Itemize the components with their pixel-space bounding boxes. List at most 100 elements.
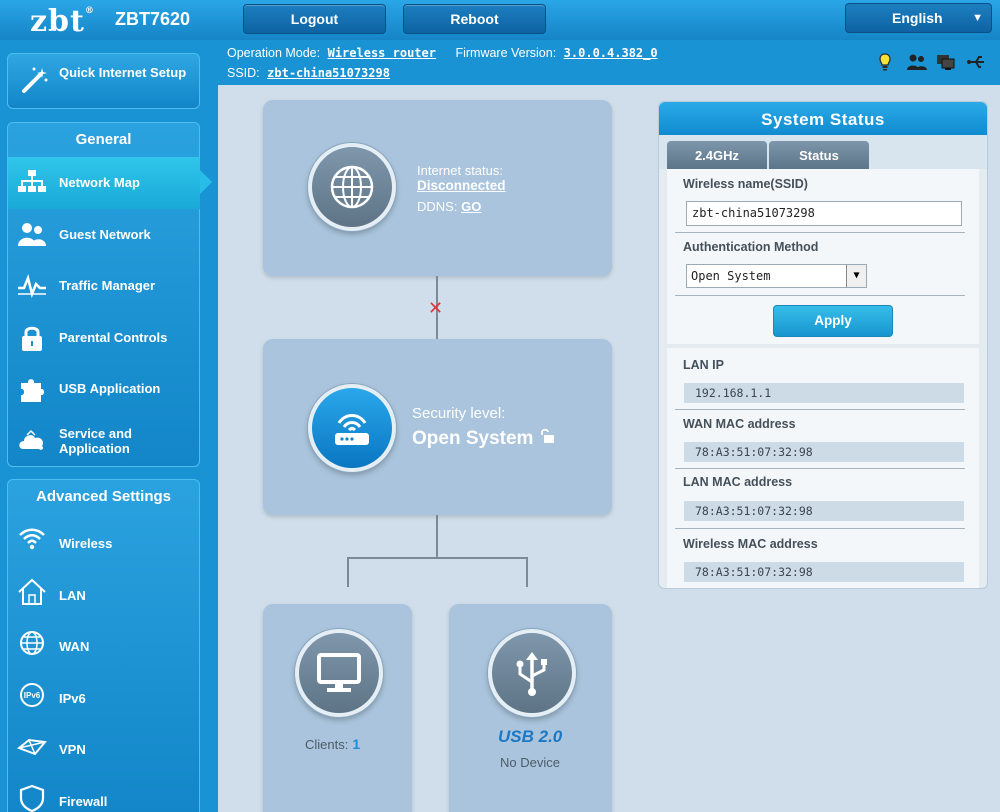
guest-network-icon — [17, 221, 47, 249]
operation-mode-label: Operation Mode: — [227, 46, 321, 60]
monitor-icon — [317, 653, 361, 692]
sidebar-item-lan[interactable]: LAN — [8, 566, 199, 618]
connector-line — [526, 557, 528, 587]
ipv6-icon: IPv6 — [17, 681, 47, 709]
language-select[interactable]: English ▼ — [845, 3, 992, 33]
usb-button[interactable] — [488, 629, 576, 717]
sidebar-item-wireless[interactable]: Wireless — [8, 514, 199, 566]
tab-2-4ghz[interactable]: 2.4GHz — [667, 141, 767, 169]
logout-button[interactable]: Logout — [243, 4, 386, 34]
logo: zbt® — [30, 4, 95, 39]
sidebar-item-label: Service and Application — [59, 425, 132, 456]
divider — [675, 232, 965, 233]
reboot-button[interactable]: Reboot — [403, 4, 546, 34]
divider — [675, 409, 965, 410]
wan-mac-label: WAN MAC address — [683, 417, 796, 431]
clients-icon[interactable] — [906, 53, 928, 76]
usb-version: USB 2.0 — [498, 727, 563, 746]
globe-icon — [17, 629, 47, 657]
ddns-label: DDNS: — [417, 199, 458, 214]
usb-icon — [516, 652, 547, 696]
usb-status: No Device — [500, 755, 560, 770]
general-title: General — [75, 131, 132, 148]
shield-icon — [17, 784, 47, 812]
security-level-value: Open System — [412, 428, 534, 450]
sidebar-item-parental-controls[interactable]: Parental Controls — [8, 312, 199, 364]
clients-count: Clients: 1 — [305, 736, 360, 752]
router-button[interactable] — [308, 384, 396, 472]
auth-method-select[interactable]: Open System ▼ — [686, 264, 867, 288]
divider — [675, 295, 965, 296]
sidebar-item-vpn[interactable]: VPN — [8, 720, 199, 772]
connector-line — [347, 557, 528, 559]
sidebar-item-label: Guest Network — [59, 226, 151, 242]
sidebar-item-ipv6[interactable]: IPv6 IPv6 — [8, 669, 199, 721]
sidebar-item-label: Traffic Manager — [59, 278, 156, 293]
cloud-icon — [17, 427, 47, 455]
status-icons — [876, 53, 988, 73]
ssid-link[interactable]: zbt-china51073298 — [267, 66, 390, 80]
network-map-icon — [17, 169, 47, 197]
sidebar-item-label: LAN — [59, 587, 86, 603]
model-name: ZBT7620 — [115, 9, 191, 29]
sidebar-item-wan[interactable]: WAN — [8, 617, 199, 669]
sidebar-item-firewall[interactable]: Firewall — [8, 772, 199, 812]
clients-number[interactable]: 1 — [352, 736, 360, 752]
system-status-tabs: 2.4GHz Status — [659, 135, 987, 169]
puzzle-icon — [17, 375, 47, 403]
ddns-go-link[interactable]: GO — [461, 199, 481, 214]
clients-button[interactable] — [295, 629, 383, 717]
system-status-panel: System Status 2.4GHz Status Wireless nam… — [658, 101, 988, 589]
security-level: Security level: Open System — [412, 405, 555, 450]
security-level-label: Security level: — [412, 405, 506, 422]
wireless-mac-label: Wireless MAC address — [683, 537, 818, 551]
lan-mac-value: 78:A3:51:07:32:98 — [684, 501, 964, 521]
top-bar: zbt® ZBT7620 Logout Reboot English ▼ — [0, 0, 1000, 40]
sidebar-item-usb-application[interactable]: USB Application — [8, 363, 199, 415]
status-info: LAN IP 192.168.1.1 WAN MAC address 78:A3… — [667, 348, 979, 588]
sidebar-item-label: IPv6 — [59, 690, 86, 706]
apply-button[interactable]: Apply — [773, 305, 893, 337]
internet-status-link[interactable]: Disconnected — [417, 178, 506, 193]
system-status-title: System Status — [659, 102, 987, 135]
lan-ip-label: LAN IP — [683, 358, 724, 372]
home-icon — [17, 578, 47, 606]
sidebar-item-label: Network Map — [59, 175, 140, 190]
globe-icon — [330, 165, 374, 209]
vpn-icon — [17, 732, 47, 760]
advanced-settings-title: Advanced Settings — [35, 488, 172, 505]
operation-mode-link[interactable]: Wireless router — [328, 46, 436, 60]
sidebar-item-label: Parental Controls — [59, 329, 168, 345]
sidebar-item-network-map[interactable]: Network Map — [8, 157, 212, 209]
sidebar-item-guest-network[interactable]: Guest Network — [8, 209, 199, 261]
router-icon — [335, 414, 369, 445]
divider — [675, 528, 965, 529]
quick-internet-setup-button[interactable]: Quick Internet Setup — [7, 53, 200, 109]
firmware-link[interactable]: 3.0.0.4.382_0 — [564, 46, 658, 60]
disconnected-x-icon: ✕ — [428, 298, 444, 318]
quick-setup-label: Quick Internet Setup — [59, 65, 187, 80]
devices-icon[interactable] — [936, 53, 956, 76]
internet-globe-button[interactable] — [308, 143, 396, 231]
usb-bulb-icon[interactable] — [878, 53, 892, 76]
ssid-input[interactable]: zbt-china51073298 — [686, 201, 962, 226]
divider — [675, 468, 965, 469]
sidebar-item-label: VPN — [59, 742, 86, 757]
connector-line — [436, 515, 438, 558]
sidebar-item-label: Firewall — [59, 793, 108, 809]
ssid-field-label: Wireless name(SSID) — [683, 177, 808, 191]
wan-mac-value: 78:A3:51:07:32:98 — [684, 442, 964, 462]
chevron-down-icon: ▼ — [846, 265, 866, 287]
advanced-settings-menu: Advanced Settings Wireless LAN WAN IPv6 … — [7, 479, 200, 812]
traffic-manager-icon — [17, 272, 47, 300]
lan-ip-value: 192.168.1.1 — [684, 383, 964, 403]
sidebar-item-label: WAN — [59, 639, 90, 654]
general-menu: General Network Map Guest Network Traffi… — [7, 122, 212, 467]
usb-icon[interactable] — [966, 53, 986, 76]
chevron-down-icon: ▼ — [972, 12, 983, 24]
connector-line — [347, 557, 349, 587]
sidebar-item-label: Wireless — [59, 536, 113, 551]
sidebar-item-traffic-manager[interactable]: Traffic Manager — [8, 260, 199, 312]
tab-status[interactable]: Status — [769, 141, 869, 169]
sidebar-item-service-application[interactable]: Service and Application — [8, 415, 199, 467]
